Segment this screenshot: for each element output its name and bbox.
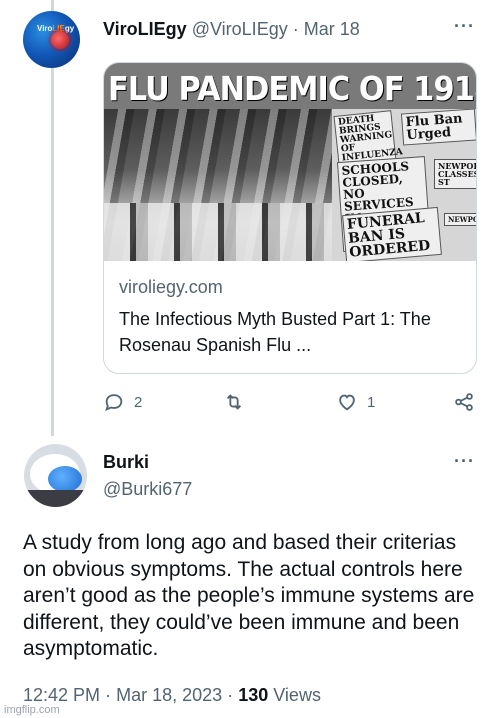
avatar[interactable]: ViroLIEgy xyxy=(23,11,80,68)
handle[interactable]: @ViroLIEgy xyxy=(192,19,288,39)
like-count: 1 xyxy=(367,393,376,411)
tweet-date[interactable]: Mar 18, 2023 xyxy=(116,685,222,705)
tweet-date[interactable]: Mar 18 xyxy=(304,19,360,39)
separator: · xyxy=(292,19,299,39)
avatar[interactable] xyxy=(24,444,87,507)
views-label: Views xyxy=(273,685,321,705)
display-name[interactable]: ViroLIEgy xyxy=(103,19,187,39)
link-preview-card[interactable]: DEATH BRINGS WARNING OF INFLUENZA Flu Ba… xyxy=(103,62,477,374)
display-name[interactable]: Burki xyxy=(103,452,149,473)
clipping: NEWPORT xyxy=(444,213,476,226)
card-domain: viroliegy.com xyxy=(119,277,223,297)
card-image: DEATH BRINGS WARNING OF INFLUENZA Flu Ba… xyxy=(104,63,477,261)
avatar-shape xyxy=(24,490,87,507)
clipping: NEWPORT CLASSES ST xyxy=(434,159,476,189)
card-title: The Infectious Myth Busted Part 1: The R… xyxy=(119,309,431,355)
separator: · xyxy=(105,685,112,705)
reply-button[interactable]: 2 xyxy=(103,391,142,413)
virus-icon xyxy=(51,31,69,49)
tweet-timestamp: 12:42 PM · Mar 18, 2023 · 130 Views xyxy=(23,685,321,706)
reply-icon xyxy=(105,394,123,411)
share-icon xyxy=(455,393,473,411)
reply-count: 2 xyxy=(134,393,143,411)
hospital-beds-photo xyxy=(104,203,334,261)
clipping: Flu Ban Urged xyxy=(400,108,476,146)
tweet-header: ViroLIEgy @ViroLIEgy · Mar 18 xyxy=(103,19,360,40)
clipping: FUNERAL BAN IS ORDERED xyxy=(342,206,442,261)
more-options-icon[interactable]: ··· xyxy=(454,451,475,472)
card-meta: viroliegy.com The Infectious Myth Busted… xyxy=(119,277,469,358)
handle[interactable]: @Burki677 xyxy=(103,479,192,500)
separator: · xyxy=(227,685,234,705)
share-button[interactable] xyxy=(453,391,475,413)
retweet-button[interactable] xyxy=(223,391,245,413)
watermark: imgflip.com xyxy=(4,704,60,716)
heart-icon xyxy=(339,394,355,411)
tweet-actions: 2 1 xyxy=(103,391,477,415)
more-options-icon[interactable]: ··· xyxy=(454,16,475,37)
tweet-time[interactable]: 12:42 PM xyxy=(23,685,100,705)
views-count: 130 xyxy=(238,685,269,705)
tweet-text: A study from long ago and based their cr… xyxy=(23,531,475,660)
retweet-icon xyxy=(226,394,242,410)
image-headline: FLU PANDEMIC OF 1918 xyxy=(108,69,477,108)
avatar-shape xyxy=(48,466,82,492)
like-button[interactable]: 1 xyxy=(336,391,375,413)
